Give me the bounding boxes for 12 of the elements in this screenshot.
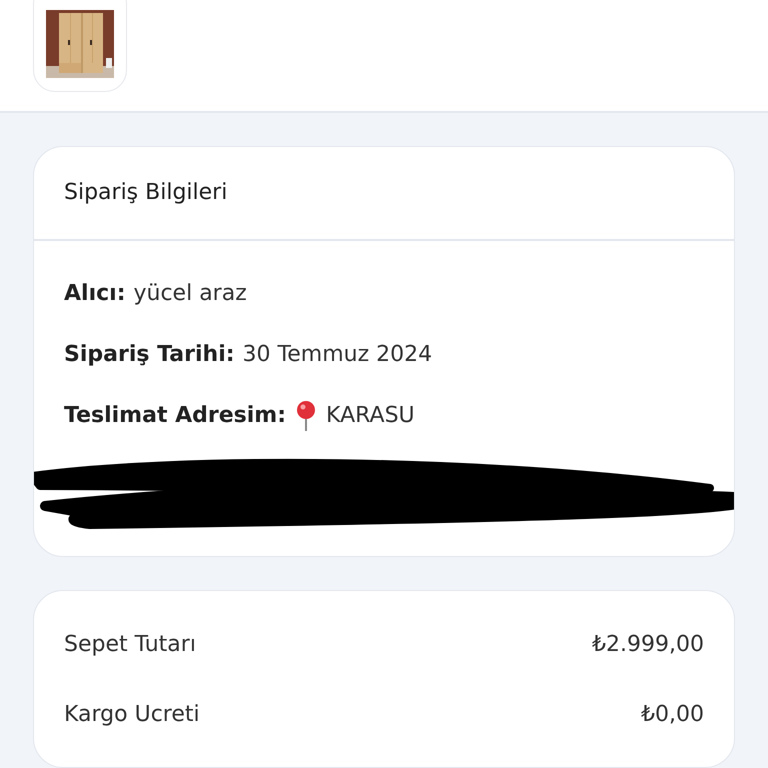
field-value: yücel araz	[134, 281, 247, 306]
field-label: Sipariş Tarihi:	[64, 342, 235, 367]
summary-amount: ₺2.999,00	[592, 632, 704, 656]
field-value: 30 Temmuz 2024	[242, 342, 432, 367]
card-title: Sipariş Bilgileri	[34, 147, 734, 241]
field-label: Teslimat Adresim:	[64, 403, 286, 428]
summary-label: Sepet Tutarı	[64, 632, 196, 656]
product-thumbnail[interactable]	[33, 0, 127, 92]
summary-amount: ₺0,00	[641, 702, 704, 726]
field-label: Alıcı:	[64, 281, 126, 306]
field-value: KARASU	[326, 403, 415, 428]
summary-label: Kargo Ucreti	[64, 702, 200, 726]
